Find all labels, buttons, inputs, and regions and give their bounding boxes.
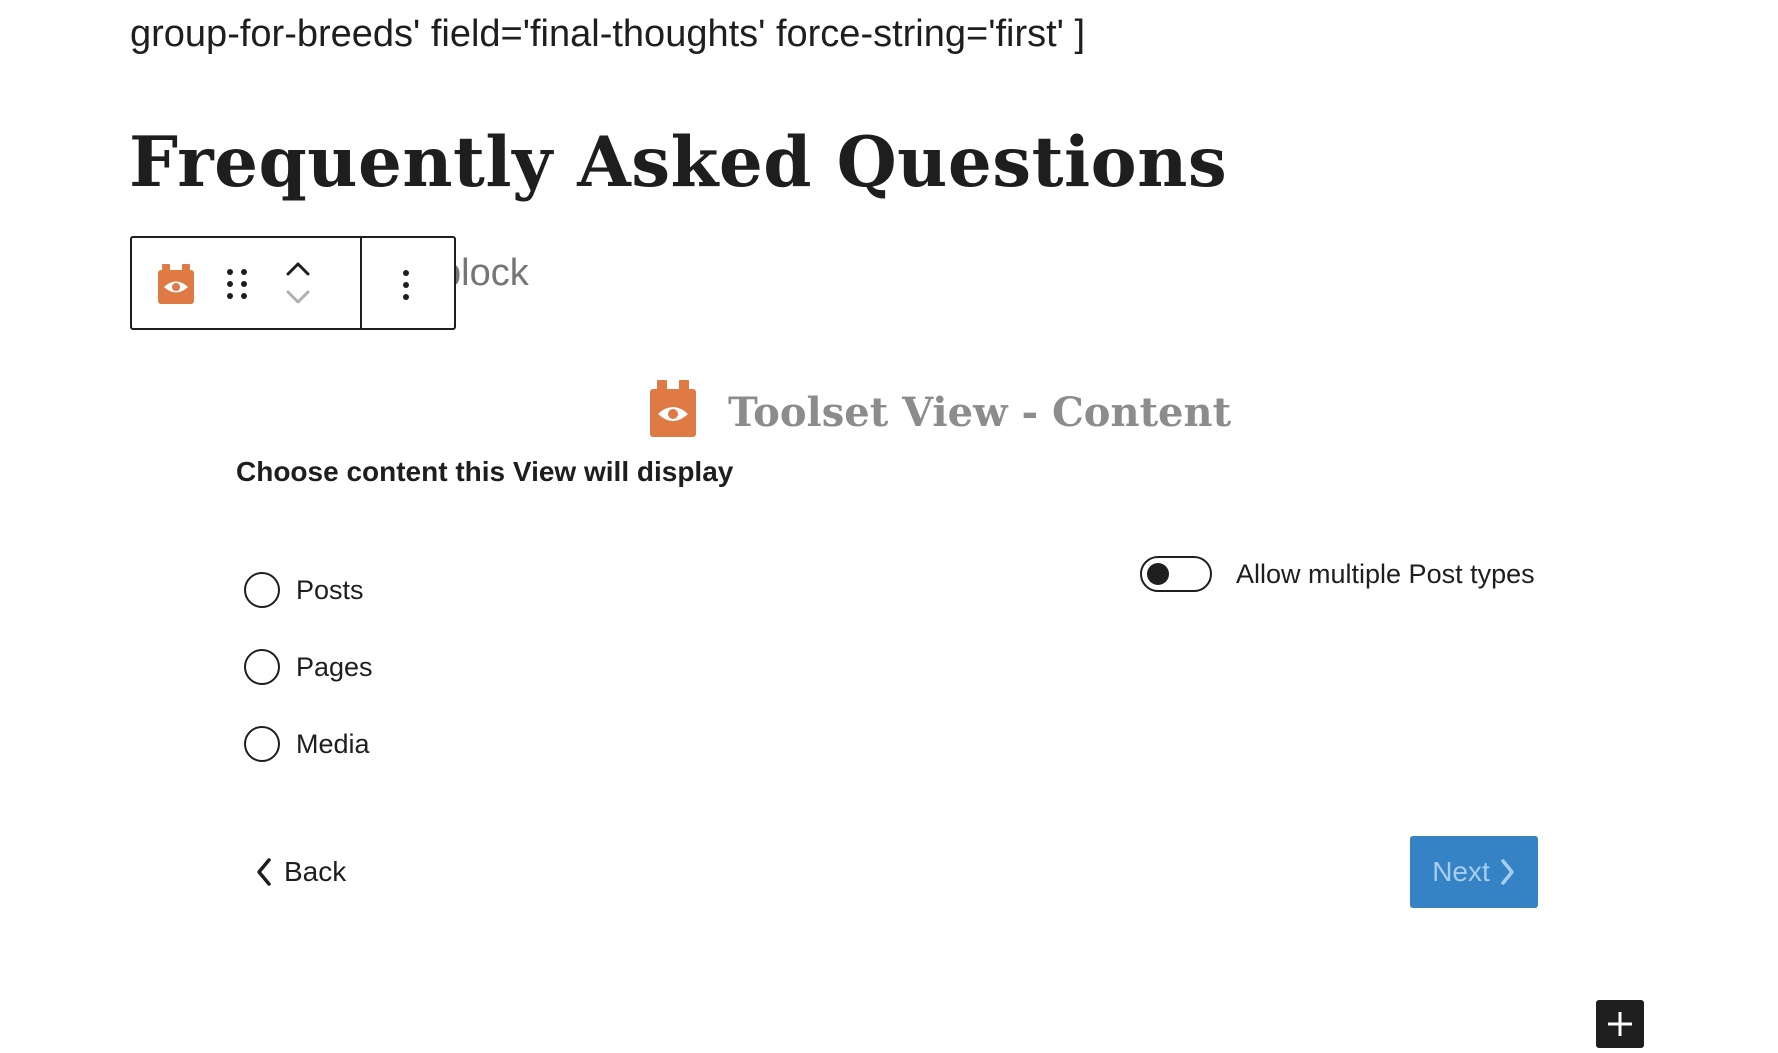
more-options-button[interactable]: [400, 268, 412, 302]
page-heading[interactable]: Frequently Asked Questions: [129, 118, 1227, 208]
radio-option-posts[interactable]: Posts: [244, 570, 364, 610]
radio-label: Pages: [296, 652, 373, 682]
drag-handle-button[interactable]: [224, 264, 250, 304]
next-label: Next: [1432, 856, 1490, 887]
wizard-header: Toolset View - Content: [648, 380, 1231, 438]
next-button[interactable]: Next: [1410, 836, 1538, 908]
more-options-icon: [403, 270, 409, 300]
shortcode-text: group-for-breeds' field='final-thoughts'…: [130, 13, 1086, 55]
allow-multiple-post-types-control: Allow multiple Post types: [1140, 554, 1535, 594]
block-inserter-button[interactable]: [1596, 1000, 1644, 1048]
radio-button[interactable]: [244, 572, 280, 608]
back-button[interactable]: Back: [254, 852, 346, 892]
toolset-view-icon: [158, 264, 194, 304]
radio-option-pages[interactable]: Pages: [244, 647, 373, 687]
radio-label: Posts: [296, 575, 364, 605]
drag-handle-icon: [227, 269, 247, 299]
chevron-down-icon[interactable]: [282, 286, 314, 310]
block-toolbar: [130, 236, 456, 330]
radio-option-media[interactable]: Media: [244, 724, 370, 764]
toggle-knob: [1147, 563, 1169, 585]
toggle-label: Allow multiple Post types: [1236, 559, 1535, 589]
radio-button[interactable]: [244, 649, 280, 685]
block-type-button[interactable]: [154, 262, 198, 306]
chevron-left-icon: [257, 858, 271, 886]
chevron-right-icon: [1501, 859, 1514, 885]
back-label: Back: [284, 856, 347, 887]
block-mover: [282, 256, 314, 312]
wizard-title: Toolset View - Content: [728, 389, 1232, 436]
plus-icon: [1608, 1012, 1632, 1036]
chevron-up-icon[interactable]: [282, 256, 314, 280]
radio-label: Media: [296, 729, 370, 759]
block-toolbar-main-group: [132, 238, 362, 328]
wizard-subtitle: Choose content this View will display: [236, 456, 734, 487]
block-toolbar-more-group: [362, 238, 454, 328]
allow-multiple-post-types-toggle[interactable]: [1140, 556, 1212, 592]
radio-button[interactable]: [244, 726, 280, 762]
toolset-view-icon: [650, 380, 696, 437]
